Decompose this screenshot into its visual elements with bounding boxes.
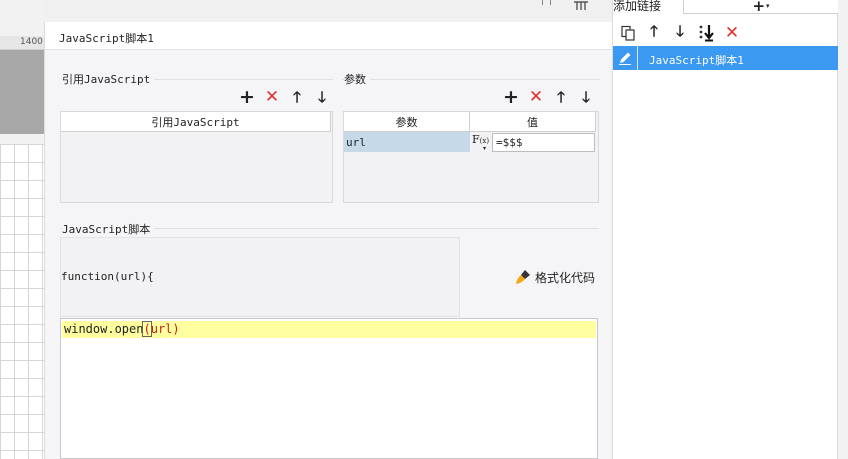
pencil-icon [619, 52, 631, 65]
formula-button[interactable]: F(x) ▾ [471, 132, 491, 152]
ref-js-delete-button[interactable]: ✕ [264, 88, 280, 105]
ref-js-add-button[interactable]: + [239, 87, 255, 106]
grid-icon[interactable] [572, 0, 590, 10]
format-code-button[interactable]: 格式化代码 [515, 268, 595, 286]
link-item[interactable]: JavaScript脚本1 [613, 46, 838, 70]
param-row-name[interactable]: url [344, 132, 470, 152]
params-column-name[interactable]: 参数 [344, 112, 470, 132]
copy-button[interactable] [619, 24, 637, 42]
code-close-paren: ) [172, 322, 180, 336]
background-grid [0, 144, 44, 459]
ref-js-column-header[interactable]: 引用JavaScript [61, 112, 331, 132]
params-column-value[interactable]: 值 [470, 112, 596, 132]
link-move-down-button[interactable]: 🡓 [671, 22, 689, 42]
function-signature: function(url){ [61, 270, 154, 283]
broom-icon [516, 270, 530, 284]
code-open-paren: ( [142, 321, 152, 337]
params-table[interactable]: 参数 值 url F(x) ▾ =$$$ [343, 111, 599, 203]
params-move-down-button[interactable]: 🡓 [578, 89, 594, 105]
move-bottom-icon [699, 25, 714, 42]
link-delete-button[interactable]: ✕ [723, 23, 741, 43]
delete-icon: ✕ [724, 23, 740, 43]
far-right-strip [838, 0, 848, 459]
params-delete-button[interactable]: ✕ [528, 88, 544, 105]
script-group-title: JavaScript脚本 [62, 221, 155, 237]
background-ruler: 1400 [0, 36, 44, 50]
code-editor[interactable]: window.open(url) [60, 318, 598, 459]
formula-caret-icon: ▾ [483, 145, 487, 152]
arrow-down-icon: 🡓 [676, 21, 684, 40]
params-add-button[interactable]: + [503, 87, 519, 106]
chevron-down-icon: ▾ [766, 1, 770, 10]
ref-js-group-title: 引用JavaScript [62, 71, 155, 87]
copy-icon [621, 25, 635, 41]
link-panel: 添加链接 + ▾ 🡑 🡓 ✕ JavaScript脚本1 [612, 0, 839, 459]
ref-js-move-up-button[interactable]: 🡑 [289, 89, 305, 105]
background-topbar [44, 0, 612, 22]
ref-js-move-down-button[interactable]: 🡓 [314, 89, 330, 105]
move-to-bottom-button[interactable] [697, 24, 715, 42]
code-arg: url [150, 322, 173, 336]
add-link-button[interactable]: + ▾ [683, 0, 839, 15]
add-link-label: 添加链接 [613, 0, 662, 13]
arrow-up-icon: 🡑 [650, 21, 658, 40]
code-line[interactable]: window.open(url) [62, 321, 596, 338]
function-header: function(url){ [60, 237, 460, 317]
params-group-title: 参数 [344, 71, 370, 87]
dialog-title: JavaScript脚本1 [59, 32, 154, 45]
params-move-up-button[interactable]: 🡑 [553, 89, 569, 105]
javascript-dialog: JavaScript脚本1 引用JavaScript + ✕ 🡑 🡓 引用Jav… [44, 22, 613, 459]
link-move-up-button[interactable]: 🡑 [645, 22, 663, 42]
background-gray-area [0, 50, 44, 134]
link-item-label: JavaScript脚本1 [649, 54, 744, 67]
ref-js-table[interactable]: 引用JavaScript [60, 111, 333, 203]
dialog-title-bar: JavaScript脚本1 [45, 22, 613, 50]
ruler-value: 1400 [20, 37, 43, 47]
param-row-value-input[interactable]: =$$$ [492, 133, 595, 152]
params-group-line [342, 79, 600, 80]
format-code-label: 格式化代码 [535, 270, 596, 285]
